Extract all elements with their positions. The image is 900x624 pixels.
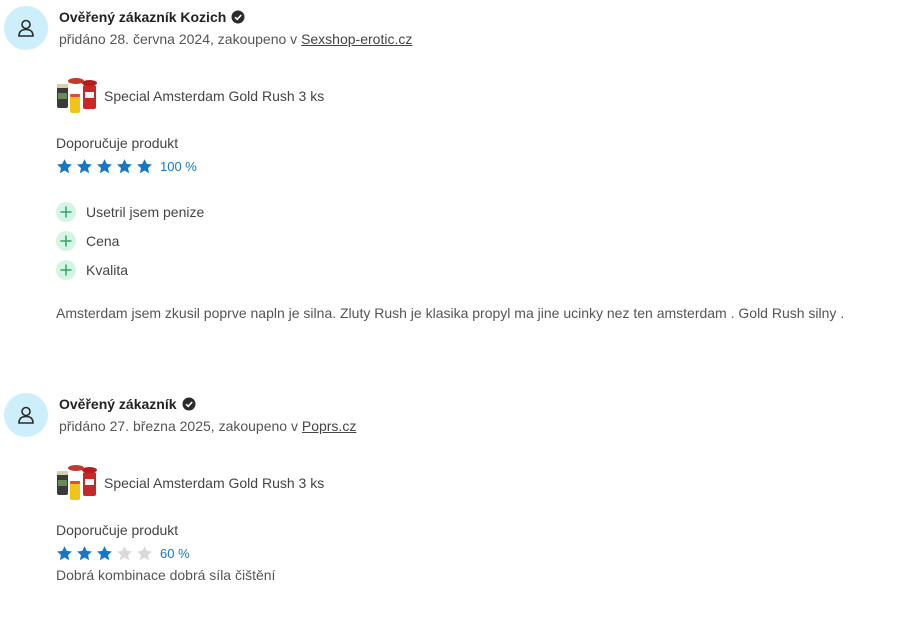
recommend-label: Doporučuje produkt: [56, 522, 179, 538]
review-meta: přidáno 27. března 2025, zakoupeno v Pop…: [59, 418, 356, 434]
product-thumbnail: [56, 78, 98, 114]
star-icon: [97, 159, 112, 174]
shop-link[interactable]: Poprs.cz: [302, 418, 356, 434]
product-name: Special Amsterdam Gold Rush 3 ks: [104, 88, 325, 104]
review-meta: přidáno 28. června 2024, zakoupeno v Sex…: [59, 31, 412, 47]
star-rating: 60 %: [56, 545, 190, 562]
star-empty-icon: [117, 546, 132, 561]
verified-check-icon: [231, 10, 245, 24]
star-icon: [57, 159, 72, 174]
plus-icon: [56, 259, 76, 280]
review-author: Ověřený zákazník Kozich: [59, 9, 245, 25]
review-date: přidáno 28. června 2024, zakoupeno v: [59, 31, 302, 47]
star-empty-icon: [137, 546, 152, 561]
plus-icon: [56, 201, 76, 222]
star-icon: [77, 546, 92, 561]
product-name: Special Amsterdam Gold Rush 3 ks: [104, 475, 325, 491]
user-icon: [18, 406, 34, 424]
review-text: Dobrá kombinace dobrá síla čištění: [56, 567, 276, 583]
rating-percent: 60 %: [160, 546, 190, 561]
pros-list: Usetril jsem penize Cena Kvalita: [56, 197, 204, 284]
pro-item: Kvalita: [56, 255, 204, 284]
review-text: Amsterdam jsem zkusil poprve napln je si…: [56, 305, 845, 321]
pro-text: Kvalita: [86, 261, 129, 278]
pro-item: Usetril jsem penize: [56, 197, 204, 226]
star-rating: 100 %: [56, 158, 197, 175]
avatar: [4, 393, 48, 437]
star-icon: [77, 159, 92, 174]
author-name: Ověřený zákazník: [59, 396, 177, 412]
star-icon: [117, 159, 132, 174]
product-row[interactable]: Special Amsterdam Gold Rush 3 ks: [56, 78, 324, 114]
star-icon: [137, 159, 152, 174]
star-icon: [57, 546, 72, 561]
product-row[interactable]: Special Amsterdam Gold Rush 3 ks: [56, 465, 324, 501]
pro-text: Cena: [86, 232, 120, 249]
review-author: Ověřený zákazník: [59, 396, 196, 412]
review-date: přidáno 27. března 2025, zakoupeno v: [59, 418, 302, 434]
author-name: Ověřený zákazník Kozich: [59, 9, 227, 25]
pro-item: Cena: [56, 226, 204, 255]
user-icon: [18, 19, 34, 37]
star-icon: [97, 546, 112, 561]
pro-text: Usetril jsem penize: [86, 203, 205, 220]
shop-link[interactable]: Sexshop-erotic.cz: [301, 31, 412, 47]
plus-icon: [56, 230, 76, 251]
recommend-label: Doporučuje produkt: [56, 135, 179, 151]
verified-check-icon: [182, 397, 196, 411]
rating-percent: 100 %: [160, 159, 197, 174]
avatar: [4, 6, 48, 50]
product-thumbnail: [56, 465, 98, 501]
